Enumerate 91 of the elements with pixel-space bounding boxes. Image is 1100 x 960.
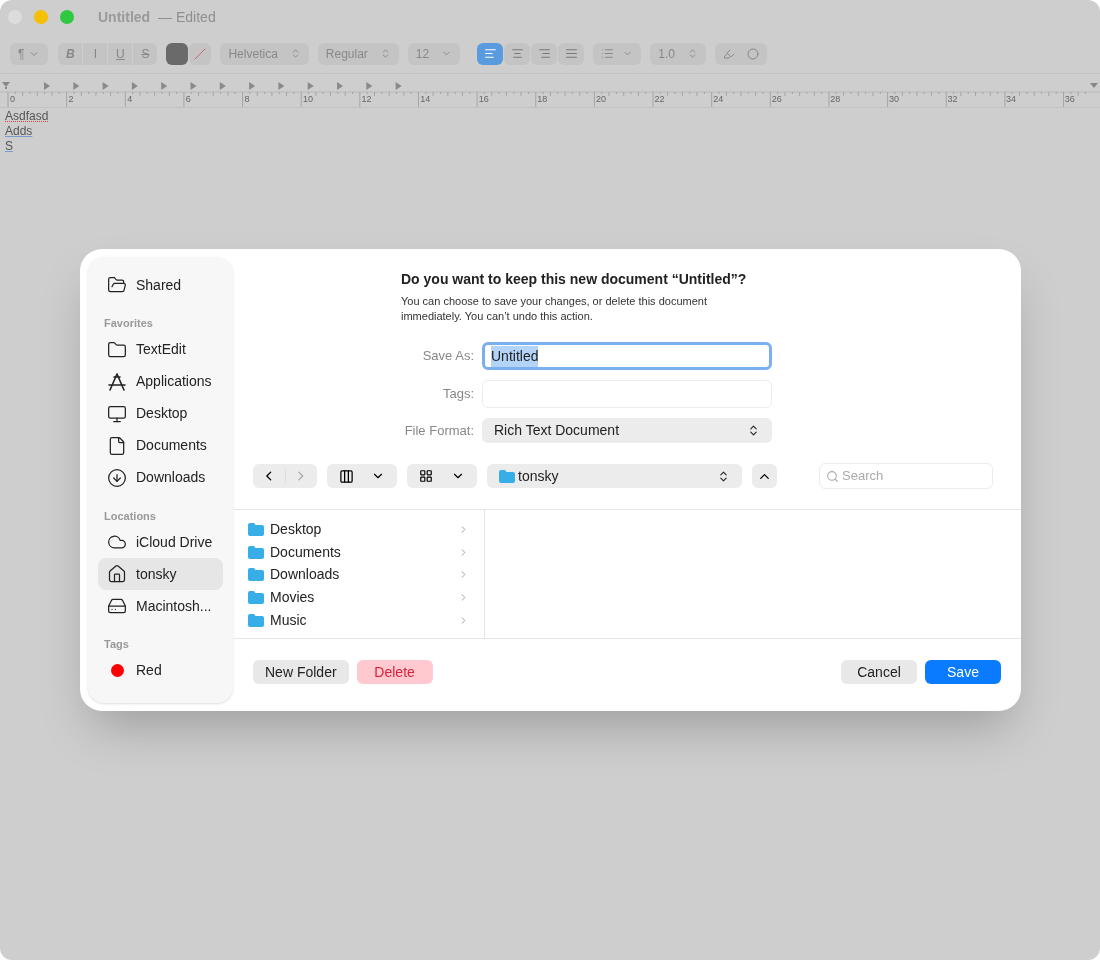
ruler-label: 22 xyxy=(654,94,666,104)
align-justify-icon xyxy=(564,47,578,60)
ruler-label: 14 xyxy=(420,94,432,104)
field-label: Save As: xyxy=(421,347,474,366)
ruler-label: 18 xyxy=(537,94,549,104)
sidebar-item[interactable]: tonsky xyxy=(98,558,223,590)
ruler-label: 30 xyxy=(888,94,900,104)
sidebar-item[interactable]: Macintosh... xyxy=(98,590,223,622)
document-text-line: S xyxy=(5,139,13,154)
window-subtitle: — Edited xyxy=(158,7,216,27)
dialog-button[interactable]: New Folder xyxy=(253,660,349,684)
sidebar-item[interactable]: Red xyxy=(98,654,223,687)
view-mode-button[interactable] xyxy=(327,464,397,488)
circle-icon xyxy=(746,47,759,60)
document-text-line: Asdfasd xyxy=(5,109,49,124)
ruler-label: 24 xyxy=(713,94,725,104)
folder-icon xyxy=(248,545,264,559)
download-icon xyxy=(107,467,127,488)
ruler-label: 8 xyxy=(244,94,251,104)
applications-icon xyxy=(107,372,127,391)
highlight-button[interactable] xyxy=(714,42,767,65)
list-button[interactable] xyxy=(593,42,642,65)
collapse-button[interactable] xyxy=(752,464,777,488)
list-icon xyxy=(601,47,615,60)
file-row[interactable]: Desktop xyxy=(248,518,469,541)
document-icon xyxy=(107,435,127,456)
desktop-icon xyxy=(107,403,127,424)
save-as-field[interactable]: Untitled xyxy=(482,342,772,370)
sidebar-item[interactable]: Downloads xyxy=(98,461,223,494)
dialog-button[interactable]: Save xyxy=(925,660,1001,684)
folder-icon xyxy=(499,469,515,483)
ruler-label: 28 xyxy=(830,94,842,104)
ruler-label: 34 xyxy=(1006,94,1018,104)
sidebar-item[interactable]: Documents xyxy=(98,429,223,462)
align-left-icon xyxy=(483,47,497,60)
dialog-message: You can choose to save your changes, or delete this document immediately. You can’t undo this action. xyxy=(401,294,708,324)
ruler-label: 26 xyxy=(771,94,783,104)
columns-icon xyxy=(339,468,354,484)
ruler-label: 32 xyxy=(947,94,959,104)
folder-icon xyxy=(248,522,264,536)
sidebar-item[interactable]: iCloud Drive xyxy=(98,526,223,558)
ruler-label: 36 xyxy=(1064,94,1076,104)
align-center-icon xyxy=(510,47,524,60)
updown-icon xyxy=(747,424,760,437)
sidebar-item[interactable]: Desktop xyxy=(98,397,223,430)
home-icon xyxy=(107,564,127,584)
location-popup[interactable]: tonsky xyxy=(487,464,742,488)
align-button[interactable] xyxy=(531,42,558,65)
drive-icon xyxy=(107,596,127,616)
ruler-label: 2 xyxy=(68,94,75,104)
dialog-title: Do you want to keep this new document “Untitled”? xyxy=(401,270,748,289)
sidebar-item[interactable]: Shared xyxy=(98,269,223,301)
dialog-button[interactable]: Cancel xyxy=(841,660,917,684)
file-format-popup[interactable]: Rich Text Document xyxy=(482,418,772,443)
shared-folder-icon xyxy=(107,275,127,295)
folder-icon xyxy=(107,339,127,360)
strike-icon xyxy=(194,47,207,60)
file-row[interactable]: Movies xyxy=(248,586,469,609)
document-text-line: Adds xyxy=(5,124,33,139)
align-right-icon xyxy=(537,47,551,60)
folder-icon xyxy=(248,613,264,627)
sidebar-item[interactable]: Applications xyxy=(98,365,223,398)
group-button[interactable] xyxy=(407,464,477,488)
sidebar-heading: Locations xyxy=(103,508,157,524)
field-label: Tags: xyxy=(441,385,474,404)
file-row[interactable]: Music xyxy=(248,608,469,632)
color-swatch[interactable] xyxy=(166,42,189,65)
ruler-label: 20 xyxy=(595,94,607,104)
file-row[interactable]: Downloads xyxy=(248,563,469,587)
ruler-label: 12 xyxy=(361,94,373,104)
folder-icon xyxy=(248,590,264,604)
grid-icon xyxy=(419,469,433,483)
ruler-label: 0 xyxy=(10,94,16,104)
file-row[interactable]: Documents xyxy=(248,540,469,564)
pencil-icon xyxy=(722,47,735,60)
ruler-label: 10 xyxy=(302,94,314,104)
back-forward-control[interactable] xyxy=(253,464,317,488)
align-button[interactable] xyxy=(558,42,585,65)
align-button[interactable] xyxy=(504,42,531,65)
folder-icon xyxy=(248,568,264,582)
ruler-label: 16 xyxy=(478,94,490,104)
field-label: File Format: xyxy=(403,421,474,440)
zoom-window-button[interactable] xyxy=(60,10,74,24)
ruler-label: 6 xyxy=(185,94,192,104)
updown-icon xyxy=(717,469,730,483)
sidebar-heading: Tags xyxy=(103,637,130,652)
align-button[interactable] xyxy=(477,42,504,65)
sidebar-item[interactable]: TextEdit xyxy=(98,333,223,366)
search-icon xyxy=(826,469,839,483)
ruler-label: 4 xyxy=(127,94,134,104)
sidebar-heading: Favorites xyxy=(103,316,154,331)
